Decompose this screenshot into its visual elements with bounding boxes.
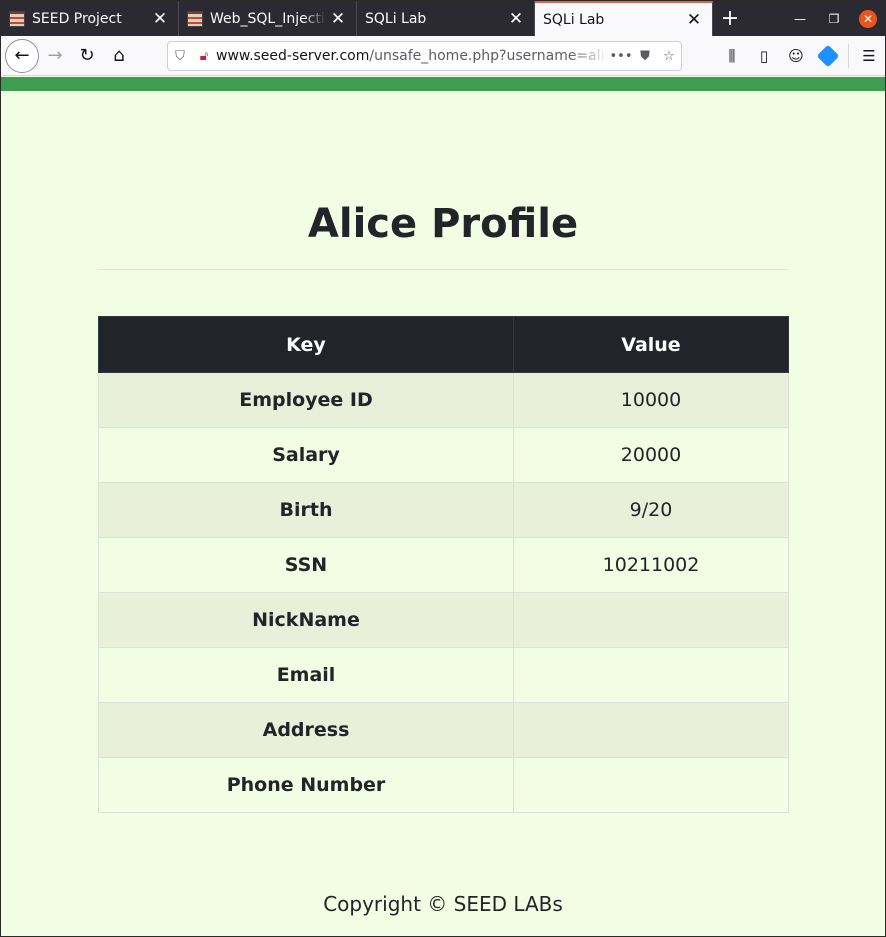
toolbar-separator [848,44,849,68]
minimize-icon[interactable]: — [783,1,817,36]
forward-arrow-icon[interactable]: → [39,40,71,72]
tab-sqli-lab[interactable]: SQLi Lab ✕ [357,1,535,36]
seed-favicon-icon [187,10,203,27]
new-tab-button[interactable]: + [713,1,747,36]
row-value [513,757,789,813]
url-text[interactable]: www.seed-server.com/unsafe_home.php?user… [216,48,609,64]
row-value: 20000 [513,427,789,483]
window-controls: — ❐ ✕ [783,1,885,36]
bookmark-star-icon[interactable]: ☆ [657,44,681,68]
table-row: NickName [98,592,789,648]
row-key: Address [98,702,514,758]
seed-favicon-icon [9,10,25,27]
tab-title: SQLi Lab [543,11,605,28]
tab-strip: SEED Project ✕ Web_SQL_Injection ✕ SQLi … [1,1,885,36]
url-bar[interactable]: ⛉ 🔓︎ www.seed-server.com/unsafe_home.php… [167,41,682,71]
page-title: Alice Profile [307,201,579,247]
url-host: www.seed-server.com [216,48,370,64]
tab-title: SQLi Lab [365,10,427,27]
row-key: Birth [98,482,514,538]
insecure-lock-icon[interactable]: 🔓︎ [192,44,216,68]
table-row: Email [98,647,789,703]
home-icon[interactable]: ⌂ [103,40,135,72]
account-icon[interactable]: ☺ [780,40,812,72]
toolbar-right: ⫼ ▯ ☺ ☰ [716,36,885,76]
close-window-icon[interactable]: ✕ [859,9,877,28]
pocket-icon[interactable]: ⛊ [633,44,657,68]
row-key: Phone Number [98,757,514,813]
tab-close-icon[interactable]: ✕ [504,9,528,29]
tab-close-icon[interactable]: ✕ [148,9,172,29]
library-icon[interactable]: ⫼ [716,40,748,72]
table-row: Phone Number [98,757,789,813]
sidebar-icon[interactable]: ▯ [748,40,780,72]
table-row: SSN 10211002 [98,537,789,593]
tab-close-icon[interactable]: ✕ [326,9,350,29]
profile-table: Key Value Employee ID 10000 Salary 20000… [98,316,789,813]
url-path: /unsafe_home.php?username=alice&Password… [369,48,609,64]
row-value [513,592,789,648]
column-header-value: Value [513,316,789,373]
hamburger-menu-icon[interactable]: ☰ [853,40,885,72]
footer-copyright: Copyright © SEED LABs [323,892,563,916]
row-value [513,647,789,703]
row-key: Employee ID [98,372,514,428]
table-header-row: Key Value [98,316,789,373]
extension-icon[interactable] [812,40,844,72]
table-row: Salary 20000 [98,427,789,483]
tab-web-sql-injection[interactable]: Web_SQL_Injection ✕ [179,1,357,36]
divider [98,269,788,270]
tab-seed-project[interactable]: SEED Project ✕ [1,1,179,36]
row-value: 10000 [513,372,789,428]
row-value: 9/20 [513,482,789,538]
shield-icon[interactable]: ⛉ [168,44,192,68]
table-row: Address [98,702,789,758]
header-strip [1,77,885,91]
reload-icon[interactable]: ↻ [71,40,103,72]
table-row: Employee ID 10000 [98,372,789,428]
tab-sqli-lab-active[interactable]: SQLi Lab ✕ [535,1,713,36]
row-key: Email [98,647,514,703]
row-value: 10211002 [513,537,789,593]
nav-toolbar: ← → ↻ ⌂ ⛉ 🔓︎ www.seed-server.com/unsafe_… [1,36,885,76]
row-key: SSN [98,537,514,593]
back-arrow-icon[interactable]: ← [5,38,39,73]
restore-icon[interactable]: ❐ [817,1,851,36]
tab-close-icon[interactable]: ✕ [682,10,706,30]
tab-title: Web_SQL_Injection [210,10,326,27]
page-actions-menu-icon[interactable]: ••• [609,44,633,68]
row-key: NickName [98,592,514,648]
tab-title: SEED Project [32,10,122,27]
row-value [513,702,789,758]
column-header-key: Key [98,316,514,373]
row-key: Salary [98,427,514,483]
table-row: Birth 9/20 [98,482,789,538]
